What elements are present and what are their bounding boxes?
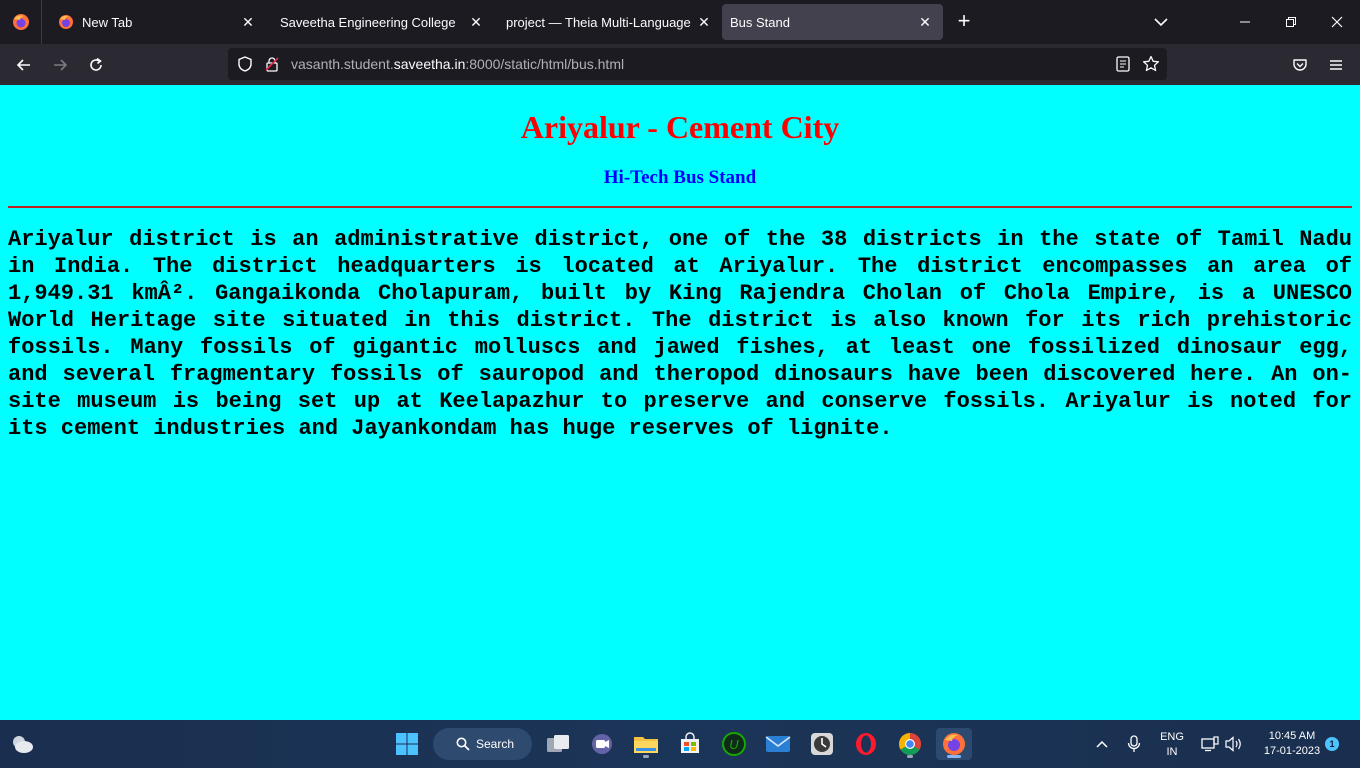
clock-time: 10:45 AM	[1268, 730, 1316, 742]
close-window-button[interactable]	[1325, 10, 1349, 34]
tab-title: project — Theia Multi-Language Ex	[506, 14, 694, 30]
forward-arrow-icon	[54, 59, 68, 71]
search-icon	[456, 737, 470, 751]
shield-icon[interactable]	[237, 56, 253, 72]
tab-close-icon[interactable]: ✕	[466, 12, 486, 32]
horizontal-rule	[8, 206, 1352, 208]
running-indicator	[643, 755, 649, 758]
speaker-icon	[1225, 736, 1241, 752]
windows-logo-icon	[396, 733, 418, 755]
weather-cloud-icon	[13, 736, 33, 753]
forward-button[interactable]	[48, 53, 72, 77]
url-domain: saveetha.in	[393, 56, 466, 72]
clock-date[interactable]: 10:45 AM 17-01-2023	[1254, 729, 1330, 759]
volume-button[interactable]	[1218, 728, 1250, 760]
reader-view-icon[interactable]	[1116, 56, 1130, 72]
taskbar-search[interactable]: Search	[433, 728, 532, 760]
page-subheading: Hi-Tech Bus Stand	[603, 167, 757, 188]
file-explorer-button[interactable]	[630, 728, 662, 760]
active-indicator	[947, 755, 961, 758]
video-chat-icon	[592, 734, 612, 754]
address-bar[interactable]: vasanth.student.saveetha.in:8000/static/…	[228, 48, 1167, 80]
teams-chat-button[interactable]	[586, 728, 618, 760]
tab-close-icon[interactable]: ✕	[238, 12, 258, 32]
upwork-button[interactable]: U	[718, 728, 750, 760]
weather-widget[interactable]	[6, 728, 38, 760]
tab-close-icon[interactable]: ✕	[915, 12, 935, 32]
start-button[interactable]	[391, 728, 423, 760]
language-code: ENG	[1160, 731, 1184, 743]
pocket-icon	[1293, 59, 1307, 71]
hamburger-menu-icon	[1330, 60, 1342, 70]
tab-strip: New Tab ✕ Saveetha Engineering College ✕…	[0, 0, 1360, 44]
tab-title: New Tab	[82, 14, 133, 30]
chevron-up-icon	[1096, 740, 1108, 748]
minimize-icon	[1240, 21, 1250, 23]
chrome-button[interactable]	[894, 728, 926, 760]
back-button[interactable]	[12, 53, 36, 77]
folder-icon	[634, 737, 658, 753]
firefox-icon	[12, 14, 29, 30]
clock-date-text: 17-01-2023	[1263, 745, 1321, 757]
tab-title: Bus Stand	[730, 14, 790, 30]
opera-button[interactable]	[850, 728, 882, 760]
svg-text:U: U	[729, 737, 739, 752]
url-prefix: vasanth.student.	[291, 56, 394, 72]
task-view-icon	[547, 735, 569, 752]
new-tab-button[interactable]: +	[952, 10, 976, 34]
clock-icon	[811, 733, 833, 755]
microsoft-store-button[interactable]	[674, 728, 706, 760]
notification-badge[interactable]: 1	[1325, 737, 1339, 751]
tab-new-tab[interactable]: New Tab ✕	[44, 4, 266, 40]
clock-app-button[interactable]	[806, 728, 838, 760]
insecure-lock-icon[interactable]	[264, 56, 280, 72]
upwork-icon: U	[722, 732, 746, 756]
store-icon	[681, 732, 699, 753]
url-text[interactable]: vasanth.student.saveetha.in:8000/static/…	[291, 56, 624, 72]
tab-theia-project[interactable]: project — Theia Multi-Language Ex ✕	[492, 4, 718, 40]
windows-taskbar: Search U ENG IN 10:45 AM 17-01-2023 1	[0, 720, 1360, 768]
running-indicator	[907, 755, 913, 758]
tab-bus-stand[interactable]: Bus Stand ✕	[722, 4, 943, 40]
reload-button[interactable]	[84, 53, 108, 77]
mail-button[interactable]	[762, 728, 794, 760]
restore-icon	[1286, 17, 1296, 27]
back-arrow-icon	[16, 59, 30, 71]
web-page-content: Ariyalur - Cement City Hi-Tech Bus Stand…	[0, 85, 1360, 720]
chevron-down-icon	[1154, 18, 1168, 27]
network-icon	[1201, 736, 1219, 752]
microphone-icon	[1127, 735, 1141, 752]
language-indicator[interactable]: ENG IN	[1156, 730, 1188, 760]
page-paragraph: Ariyalur district is an administrative d…	[8, 227, 1352, 441]
reload-icon	[90, 57, 102, 71]
task-view-button[interactable]	[542, 728, 574, 760]
url-suffix: :8000/static/html/bus.html	[465, 56, 625, 72]
page-heading: Ariyalur - Cement City	[520, 109, 840, 145]
search-label: Search	[476, 737, 515, 751]
microphone-button[interactable]	[1118, 728, 1150, 760]
firefox-view-button[interactable]	[0, 0, 42, 44]
list-all-tabs-button[interactable]	[1150, 12, 1172, 32]
chrome-icon	[899, 733, 921, 755]
firefox-icon	[59, 15, 73, 29]
show-hidden-icons-button[interactable]	[1086, 728, 1118, 760]
pocket-button[interactable]	[1288, 53, 1312, 77]
bookmark-star-icon[interactable]	[1142, 55, 1160, 73]
restore-button[interactable]	[1279, 10, 1303, 34]
close-icon	[1331, 16, 1343, 28]
app-menu-button[interactable]	[1324, 53, 1348, 77]
navigation-toolbar: vasanth.student.saveetha.in:8000/static/…	[0, 44, 1360, 85]
region-code: IN	[1166, 746, 1178, 758]
mail-icon	[765, 736, 791, 752]
opera-icon	[856, 733, 876, 755]
tab-title: Saveetha Engineering College	[280, 14, 456, 30]
minimize-button[interactable]	[1233, 10, 1257, 34]
tab-saveetha[interactable]: Saveetha Engineering College ✕	[266, 4, 494, 40]
tab-close-icon[interactable]: ✕	[694, 12, 714, 32]
firefox-taskbar-button[interactable]	[936, 728, 972, 760]
firefox-icon	[943, 733, 965, 755]
